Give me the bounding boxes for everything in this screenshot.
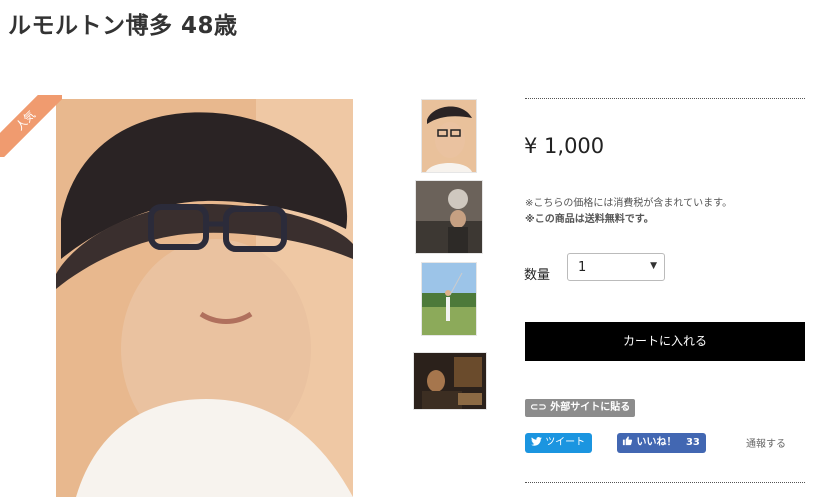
chevron-down-icon: ▼ (650, 261, 657, 271)
facebook-like-button[interactable]: いいね！ 33 (617, 433, 706, 453)
report-link[interactable]: 通報する (746, 435, 786, 450)
embed-label: 外部サイトに貼る (550, 402, 631, 413)
portrait-illustration (56, 99, 353, 497)
divider-top (525, 98, 805, 99)
quantity-value: 1 (578, 260, 587, 275)
link-icon: ⊂⊃ (530, 402, 547, 413)
product-title: ルモルトン博多 48歳 (8, 13, 238, 39)
thumbnail-2[interactable] (415, 180, 483, 254)
thumbs-up-icon (622, 436, 633, 446)
thumbnail-4-image (414, 353, 486, 409)
thumbnail-2-image (416, 181, 482, 253)
divider-bottom (525, 482, 805, 483)
thumbnail-4[interactable] (413, 352, 487, 410)
like-count: 33 (685, 437, 700, 448)
twitter-bird-icon (531, 437, 542, 446)
quantity-label: 数量 (524, 268, 551, 283)
like-label: いいね！ (636, 437, 677, 448)
tweet-label: ツイート (545, 437, 586, 448)
thumbnail-1[interactable] (421, 99, 477, 173)
main-product-photo[interactable] (56, 99, 353, 497)
popular-badge-label: 人気 (0, 95, 62, 157)
thumbnail-3[interactable] (421, 262, 477, 336)
embed-external-site-button[interactable]: ⊂⊃ 外部サイトに貼る (525, 399, 636, 417)
add-to-cart-button[interactable]: カートに入れる (525, 322, 805, 361)
quantity-select[interactable]: 1 ▼ (567, 253, 665, 281)
shipping-note: ※この商品は送料無料です。 (525, 214, 654, 225)
thumbnail-1-image (422, 100, 476, 172)
popular-ribbon: 人気 (0, 95, 62, 157)
tweet-button[interactable]: ツイート (525, 433, 592, 453)
thumbnail-3-image (422, 263, 476, 335)
tax-note: ※こちらの価格には消費税が含まれています。 (525, 198, 733, 209)
product-price: ¥ 1,000 (524, 134, 605, 158)
